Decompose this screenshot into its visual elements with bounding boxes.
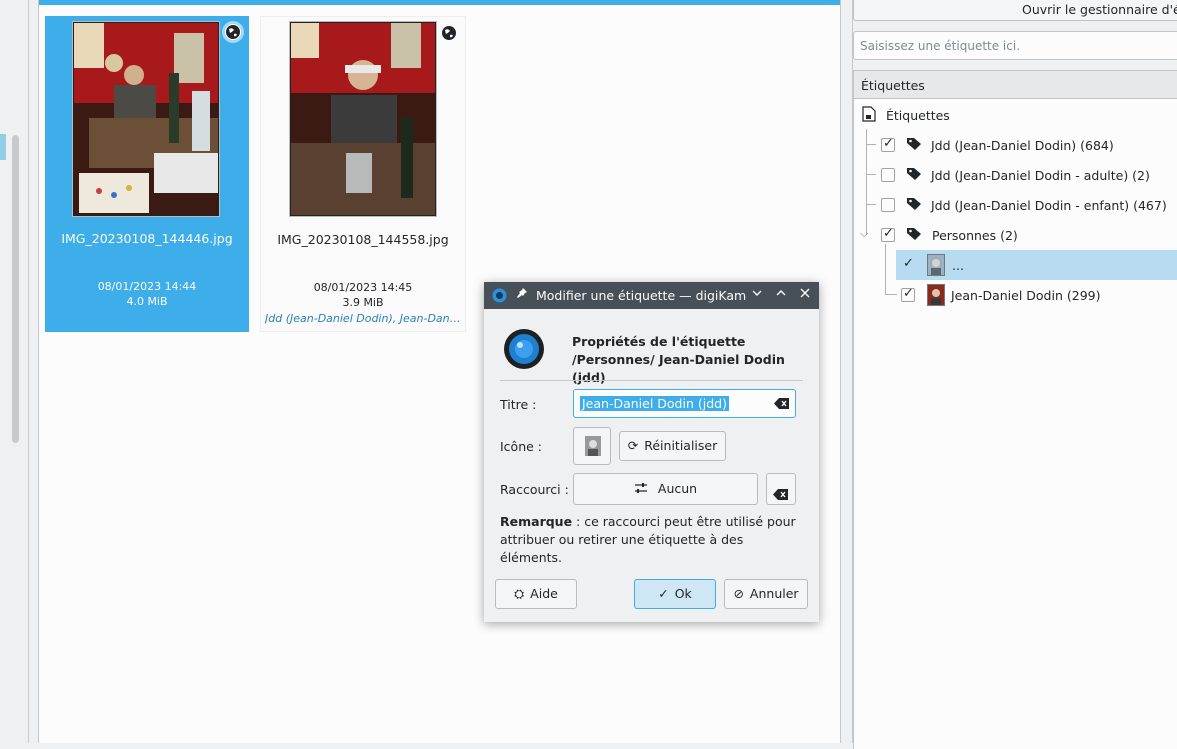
dialog-title: Modifier une étiquette — digiKam (536, 288, 747, 303)
tag-large-icon (503, 328, 545, 373)
close-icon[interactable] (797, 287, 813, 303)
thumbnail-date: 08/01/2023 14:44 (97, 280, 197, 293)
tag-root-icon (862, 106, 876, 126)
tree-root-row[interactable]: Étiquettes (854, 100, 1177, 130)
cancel-button[interactable]: ⊘ Annuler (724, 579, 808, 609)
tag-icon (906, 137, 922, 155)
tag-label: ... (952, 258, 964, 273)
tag-icon (906, 167, 922, 185)
shortcut-label: Raccourci : (500, 482, 569, 497)
thumbnail-tags[interactable]: Jdd (Jean-Daniel Dodin), Jean-Daniel ... (265, 312, 461, 325)
thumbnail-size: 3.9 MiB (342, 296, 384, 309)
tags-side-panel: Ouvrir le gestionnaire d'ét Saisissez un… (852, 0, 1177, 749)
shortcut-note: Remarque : ce raccourci peut être utilis… (500, 513, 800, 567)
tag-icon (906, 197, 922, 215)
tree-item-jdd[interactable]: Jdd (Jean-Daniel Dodin) (684) (854, 130, 1177, 160)
person-avatar (927, 284, 945, 306)
title-label: Titre : (500, 397, 537, 412)
help-button-label: Aide (530, 586, 558, 601)
view-top-accent (39, 0, 840, 5)
thumbnail-filename: IMG_20230108_144446.jpg (61, 231, 233, 246)
thumbnail-item[interactable]: IMG_20230108_144558.jpg 08/01/2023 14:45… (260, 16, 466, 332)
tag-checkbox[interactable] (881, 226, 895, 242)
chevron-up-icon[interactable] (773, 287, 789, 303)
globe-icon (441, 25, 457, 41)
clear-shortcut-button[interactable] (766, 473, 796, 505)
tree-item-jean-daniel-dodin[interactable]: Jean-Daniel Dodin (299) (854, 280, 1177, 310)
tags-tree: Étiquettes Jdd (Jean-Daniel Dodin) (684)… (853, 99, 1177, 749)
left-sidebar-strip (0, 0, 29, 743)
tag-checkbox[interactable] (881, 136, 895, 152)
edit-tag-dialog: Modifier une étiquette — digiKam Proprié… (484, 282, 819, 622)
digikam-app-icon (492, 288, 507, 306)
thumbnail-filename: IMG_20230108_144558.jpg (277, 232, 449, 247)
person-avatar (927, 254, 945, 276)
tree-item-jdd-adulte[interactable]: Jdd (Jean-Daniel Dodin - adulte) (2) (854, 160, 1177, 190)
chevron-down-icon[interactable]: ⌵ (860, 227, 868, 241)
shortcut-settings-icon (634, 481, 652, 496)
tag-label: Jean-Daniel Dodin (299) (951, 288, 1101, 303)
tree-root-label: Étiquettes (886, 108, 950, 123)
tag-search-input[interactable]: Saisissez une étiquette ici. (853, 31, 1177, 60)
tag-title-input[interactable]: Jean-Daniel Dodin (jdd) (573, 389, 796, 418)
reset-button-label: Réinitialiser (644, 438, 718, 453)
tag-icon (906, 227, 922, 245)
heading-line1: Propriétés de l'étiquette (572, 334, 746, 349)
help-button[interactable]: ⛭ Aide (495, 579, 577, 609)
pin-icon[interactable] (514, 287, 530, 303)
shortcut-value: Aucun (657, 481, 698, 496)
icon-label: Icône : (500, 439, 543, 454)
tag-label: Jdd (Jean-Daniel Dodin) (684) (931, 138, 1114, 153)
dialog-divider (500, 380, 803, 381)
reset-icon-button[interactable]: ⟳ Réinitialiser (619, 431, 726, 461)
cancel-button-label: Annuler (749, 586, 799, 601)
shortcut-capture-button[interactable]: Aucun (573, 473, 758, 505)
thumbnail-date: 08/01/2023 14:45 (313, 281, 413, 294)
tree-item-jdd-enfant[interactable]: Jdd (Jean-Daniel Dodin - enfant) (467) (854, 190, 1177, 220)
tag-label: Jdd (Jean-Daniel Dodin - adulte) (2) (931, 168, 1150, 183)
clear-text-icon (773, 483, 789, 511)
photo-thumbnail[interactable] (290, 22, 436, 216)
tags-section-header: Étiquettes (853, 70, 1177, 99)
tag-label: Personnes (2) (932, 228, 1018, 243)
tag-checkbox[interactable] (901, 256, 915, 272)
left-scrollbar[interactable] (12, 135, 19, 443)
left-sidebar-selection (0, 134, 6, 160)
tree-item-personnes[interactable]: ⌵ Personnes (2) (854, 220, 1177, 250)
tag-checkbox[interactable] (881, 168, 895, 182)
ok-button-label: Ok (674, 586, 692, 601)
tag-checkbox[interactable] (881, 198, 895, 212)
ok-button[interactable]: ✓ Ok (634, 579, 716, 609)
refresh-icon: ⟳ (627, 438, 639, 453)
tag-icon-picker-button[interactable] (573, 427, 611, 465)
help-icon: ⛭ (514, 586, 525, 601)
thumbnail-item[interactable]: IMG_20230108_144446.jpg 08/01/2023 14:44… (45, 16, 249, 332)
tag-label: Jdd (Jean-Daniel Dodin - enfant) (467) (931, 198, 1167, 213)
dialog-heading: Propriétés de l'étiquette /Personnes/ Je… (572, 333, 819, 387)
checkmark-icon: ✓ (658, 586, 669, 601)
chevron-down-icon[interactable] (749, 287, 765, 303)
heading-line2: /Personnes/ Jean-Daniel Dodin (jdd) (572, 352, 785, 385)
globe-icon (225, 24, 241, 40)
person-avatar (585, 436, 601, 466)
clear-text-icon[interactable] (774, 397, 790, 413)
note-bold: Remarque (500, 514, 573, 529)
tag-checkbox[interactable] (901, 286, 915, 302)
open-tag-manager-button[interactable]: Ouvrir le gestionnaire d'ét (853, 0, 1177, 21)
photo-thumbnail[interactable] (73, 22, 219, 216)
tag-title-value: Jean-Daniel Dodin (jdd) (580, 396, 729, 411)
cancel-icon: ⊘ (733, 586, 744, 601)
tree-item-selected-person[interactable]: ... (896, 250, 1177, 280)
thumbnail-size: 4.0 MiB (126, 295, 168, 308)
dialog-titlebar[interactable]: Modifier une étiquette — digiKam (484, 282, 819, 309)
